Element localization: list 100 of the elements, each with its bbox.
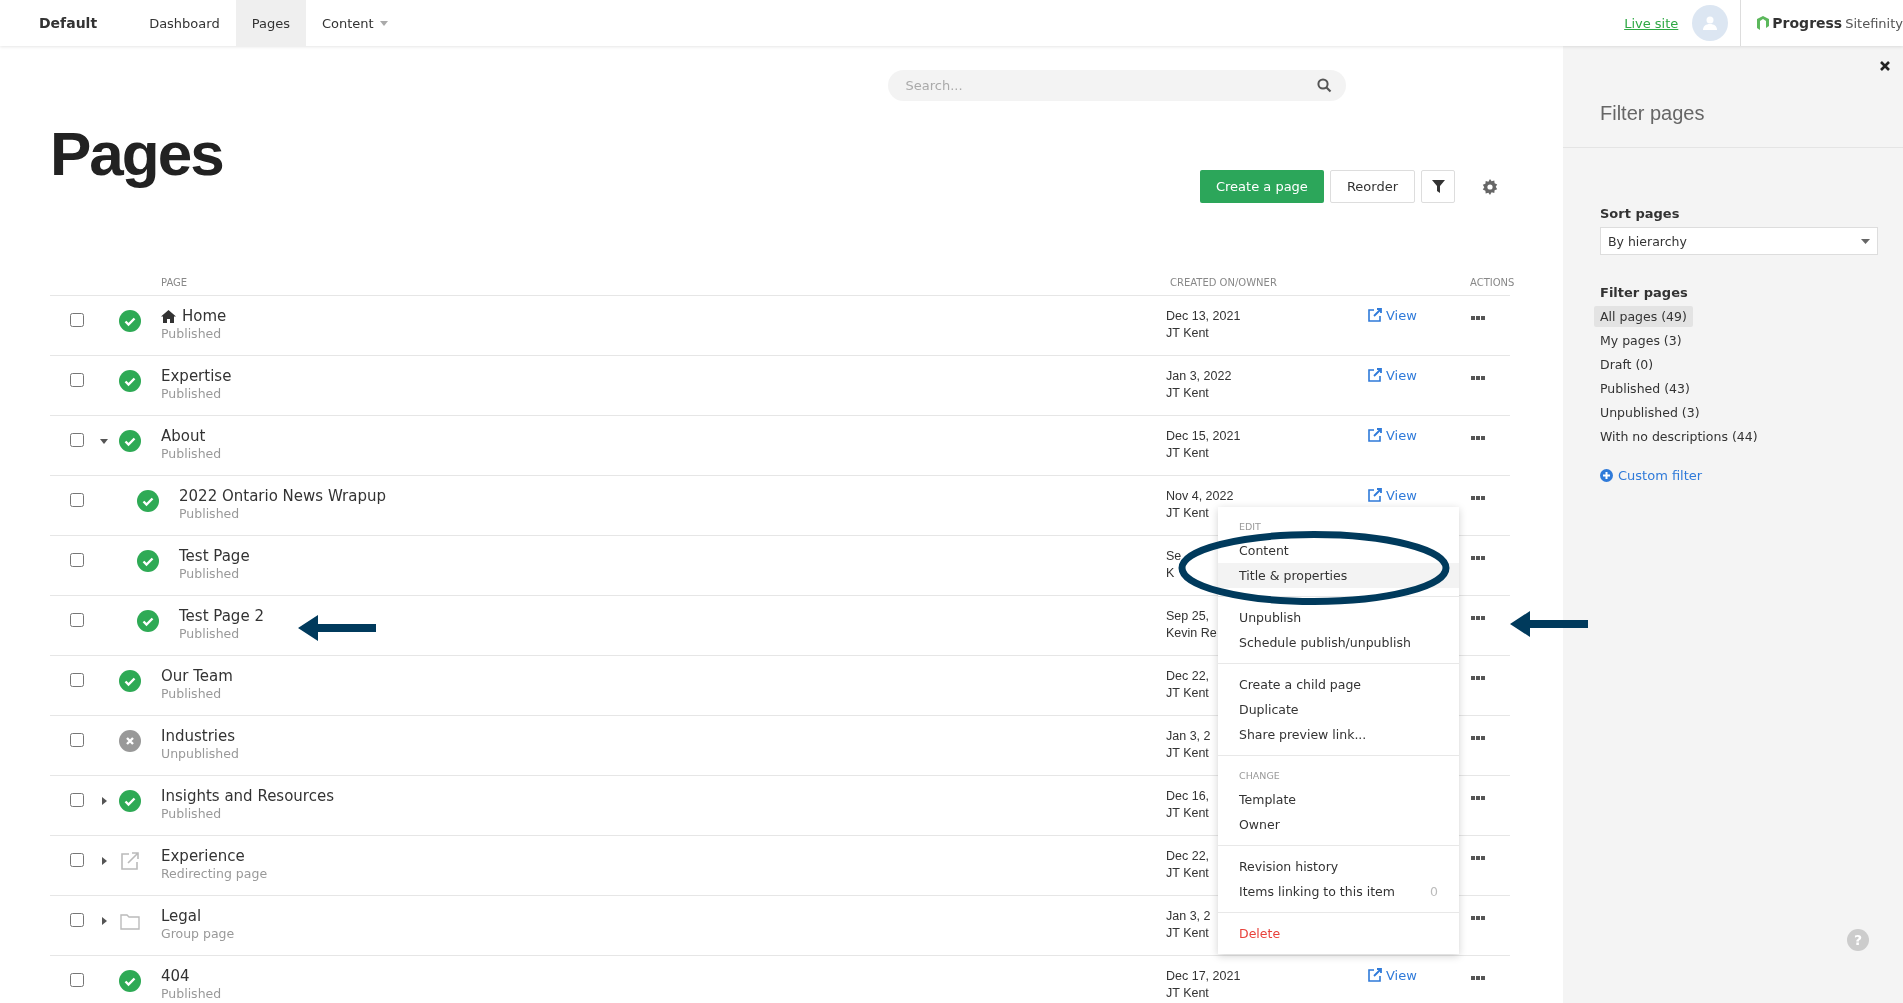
filter-option[interactable]: My pages (3): [1594, 330, 1688, 351]
row-checkbox[interactable]: [70, 913, 84, 927]
row-checkbox[interactable]: [70, 373, 84, 387]
menu-item[interactable]: Template: [1218, 787, 1459, 812]
expand-caret-icon[interactable]: [99, 856, 109, 866]
menu-item[interactable]: Share preview link...: [1218, 722, 1459, 747]
row-checkbox[interactable]: [70, 973, 84, 987]
page-name[interactable]: 2022 Ontario News Wrapup: [179, 487, 386, 505]
row-checkbox[interactable]: [70, 733, 84, 747]
check-circle-icon: [119, 970, 141, 992]
filter-option[interactable]: With no descriptions (44): [1594, 426, 1764, 447]
view-link[interactable]: View: [1368, 967, 1417, 983]
menu-item[interactable]: Revision history: [1218, 854, 1459, 879]
menu-item[interactable]: Unpublish: [1218, 605, 1459, 630]
page-name[interactable]: Legal: [161, 907, 202, 925]
menu-item[interactable]: Owner: [1218, 812, 1459, 837]
page-name[interactable]: Industries: [161, 727, 236, 745]
page-status: Published: [161, 806, 222, 821]
external-link-icon[interactable]: [1368, 488, 1382, 502]
search-icon[interactable]: [1316, 78, 1332, 93]
row-checkbox[interactable]: [70, 313, 84, 327]
view-link[interactable]: View: [1368, 367, 1417, 383]
custom-filter-link[interactable]: Custom filter: [1600, 468, 1703, 483]
expand-caret-icon[interactable]: [99, 916, 109, 926]
filter-option[interactable]: Unpublished (3): [1594, 402, 1706, 423]
nav-tab[interactable]: Content: [305, 0, 404, 46]
external-link-icon[interactable]: [1368, 308, 1382, 322]
collapse-caret-icon[interactable]: [99, 436, 109, 446]
row-checkbox[interactable]: [70, 493, 84, 507]
more-actions-icon[interactable]: [1470, 735, 1486, 741]
reorder-button[interactable]: Reorder: [1329, 170, 1415, 203]
expand-caret-icon[interactable]: [99, 796, 109, 806]
page-name[interactable]: Home: [182, 307, 227, 325]
filter-option[interactable]: All pages (49): [1594, 306, 1693, 327]
created-date: Dec 13, 2021: [1166, 309, 1241, 323]
owner-name: JT Kent: [1166, 866, 1209, 880]
owner-name: K: [1166, 566, 1175, 580]
page-name[interactable]: Test Page: [179, 547, 250, 565]
row-checkbox[interactable]: [70, 853, 84, 867]
menu-section-label: EDIT: [1238, 520, 1262, 534]
filter-option[interactable]: Draft (0): [1594, 354, 1660, 375]
page-status: Published: [179, 506, 240, 521]
page-name[interactable]: Our Team: [161, 667, 233, 685]
external-link-icon[interactable]: [1368, 428, 1382, 442]
page-name[interactable]: Experience: [161, 847, 245, 865]
plus-circle-icon[interactable]: [1600, 469, 1613, 482]
more-actions-icon[interactable]: [1470, 855, 1486, 861]
page-status: Redirecting page: [161, 866, 268, 881]
more-actions-icon[interactable]: [1470, 675, 1486, 681]
created-date: Dec 17, 2021: [1166, 969, 1241, 983]
more-actions-icon[interactable]: [1470, 495, 1486, 501]
row-checkbox[interactable]: [70, 553, 84, 567]
sort-select[interactable]: By hierarchy: [1600, 227, 1878, 255]
page-name[interactable]: Insights and Resources: [161, 787, 334, 805]
page-status: Published: [179, 566, 240, 581]
filter-icon[interactable]: [1421, 170, 1455, 203]
external-link-icon[interactable]: [1368, 368, 1382, 382]
panel-title: Filter pages: [1600, 102, 1705, 125]
close-icon[interactable]: [1879, 60, 1891, 72]
more-actions-icon[interactable]: [1470, 975, 1486, 981]
view-link[interactable]: View: [1368, 487, 1417, 503]
page-name[interactable]: Expertise: [161, 367, 232, 385]
filter-option[interactable]: Published (43): [1594, 378, 1696, 399]
view-link[interactable]: View: [1368, 427, 1417, 443]
menu-item[interactable]: Content: [1218, 538, 1459, 563]
caret-icon[interactable]: [1861, 238, 1870, 244]
row-checkbox[interactable]: [70, 793, 84, 807]
created-date: Jan 3, 2: [1166, 729, 1211, 743]
owner-name: JT Kent: [1166, 926, 1209, 940]
row-checkbox[interactable]: [70, 433, 84, 447]
check-circle-icon: [119, 370, 141, 392]
search-field[interactable]: Search...: [887, 70, 1346, 101]
view-link[interactable]: View: [1368, 307, 1417, 323]
more-actions-icon[interactable]: [1470, 795, 1486, 801]
nav-tab[interactable]: Dashboard: [133, 0, 236, 46]
more-actions-icon[interactable]: [1470, 915, 1486, 921]
row-checkbox[interactable]: [70, 673, 84, 687]
page-name[interactable]: About: [161, 427, 206, 445]
owner-name: JT Kent: [1166, 986, 1209, 1000]
filter-label: Filter pages: [1600, 285, 1689, 300]
menu-item[interactable]: Schedule publish/unpublish: [1218, 630, 1459, 655]
menu-item[interactable]: Items linking to this item 0: [1218, 879, 1459, 904]
external-link-icon: [119, 850, 141, 872]
more-actions-icon[interactable]: [1470, 435, 1486, 441]
external-link-icon[interactable]: [1368, 968, 1382, 982]
more-actions-icon[interactable]: [1470, 315, 1486, 321]
menu-item[interactable]: Delete: [1218, 921, 1459, 946]
more-actions-icon[interactable]: [1470, 555, 1486, 561]
more-actions-icon[interactable]: [1470, 615, 1486, 621]
menu-item[interactable]: Duplicate: [1218, 697, 1459, 722]
row-checkbox[interactable]: [70, 613, 84, 627]
x-circle-icon: [119, 730, 141, 752]
owner-name: JT Kent: [1166, 746, 1209, 760]
menu-item[interactable]: Title & properties: [1218, 563, 1459, 588]
page-name[interactable]: Test Page 2: [179, 607, 264, 625]
page-name[interactable]: 404: [161, 967, 190, 985]
site-name[interactable]: Default: [39, 15, 98, 31]
nav-tab[interactable]: Pages: [235, 0, 306, 46]
more-actions-icon[interactable]: [1470, 375, 1486, 381]
menu-item[interactable]: Create a child page: [1218, 672, 1459, 697]
